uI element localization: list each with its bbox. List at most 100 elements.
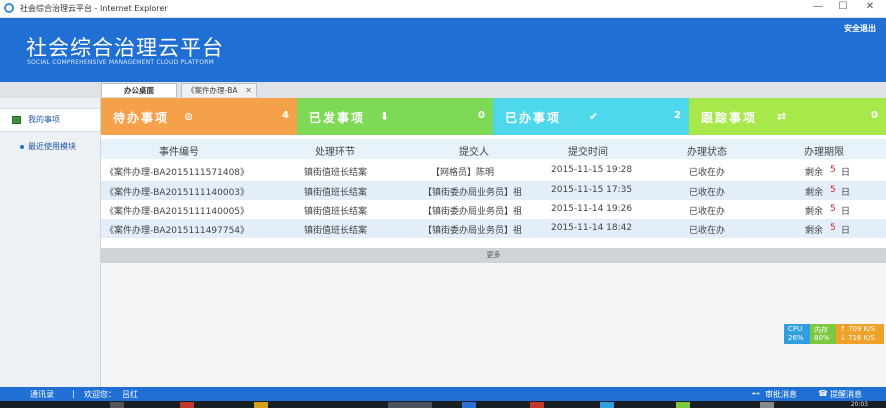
column-header: 办理状态 <box>687 147 727 158</box>
table-header: 事件编号 处理环节 提交人 提交时间 办理状态 办理期限 <box>101 139 886 159</box>
taskbar-app-icon[interactable] <box>676 402 690 408</box>
taskbar-app-icon[interactable] <box>462 402 476 408</box>
taskbar-app-icon[interactable] <box>530 402 544 408</box>
tab-office-desktop[interactable]: 办公桌面 <box>101 83 177 97</box>
cell-time: 2015-11-14 19:26 <box>551 204 633 214</box>
taskbar-app-icon[interactable] <box>110 402 124 408</box>
app-brand-title: 社会综合治理云平台 <box>26 36 224 60</box>
tab-case-handling[interactable]: 《案件办理-BA ✕ <box>181 83 257 97</box>
memory-value: 80% <box>814 334 830 342</box>
card-sent[interactable]: 已发事项 ⬇ 0 <box>297 98 493 135</box>
cell-deadline-unit: 日 <box>841 168 851 178</box>
welcome-text: 欢迎您： <box>84 390 116 399</box>
cell-deadline-prefix: 剩余 <box>805 168 824 178</box>
cell-deadline-days: 5 <box>830 185 836 195</box>
case-id-link[interactable]: 《案件办理-BA2015111497754》 <box>105 223 249 236</box>
case-id-link[interactable]: 《案件办理-BA2015111571408》 <box>105 165 249 178</box>
content-area <box>101 263 886 387</box>
approval-messages-link[interactable]: 审批消息 <box>765 389 797 400</box>
cell-submitter: 【镇街委办局业务员】祖 <box>423 226 523 236</box>
maximize-button[interactable]: ☐ <box>833 1 853 12</box>
card-label: 待办事项 <box>113 111 170 125</box>
case-id-link[interactable]: 《案件办理-BA2015111140005》 <box>105 204 249 217</box>
cpu-panel: CPU 26% <box>784 324 810 344</box>
cell-deadline-days: 5 <box>830 165 836 175</box>
card-label: 已办事项 <box>505 111 562 125</box>
taskbar-app-icon[interactable] <box>760 402 774 408</box>
sidebar-item-recent-modules[interactable]: 最近使用模块 <box>0 136 100 158</box>
cell-submitter: 【镇街委办局业务员】祖 <box>423 207 523 217</box>
cell-status: 已收在办 <box>689 168 726 178</box>
card-done[interactable]: 已办事项 ✔ 2 <box>493 98 689 135</box>
sidebar: 我的事项 最近使用模块 <box>0 98 101 387</box>
app-header: 社会综合治理云平台 SOCIAL COMPREHENSIVE MANAGEMEN… <box>0 18 886 82</box>
cpu-label: CPU <box>788 325 803 333</box>
table-row[interactable]: 《案件办理-BA2015111140003》 镇街值班长结案 【镇街委办局业务员… <box>101 181 886 200</box>
cell-deadline-days: 5 <box>830 223 836 233</box>
cell-step: 镇街值班长结案 <box>304 226 368 236</box>
taskbar-app-icon[interactable] <box>600 402 614 408</box>
sidebar-item-label: 我的事项 <box>28 115 60 124</box>
column-header: 提交人 <box>459 147 489 158</box>
cell-deadline-unit: 日 <box>841 226 851 236</box>
sidebar-item-label: 最近使用模块 <box>28 142 76 151</box>
download-icon: ⬇ <box>380 110 390 123</box>
user-name: 吕红 <box>122 390 138 399</box>
bell-icon: ☎ <box>818 389 828 398</box>
card-label: 已发事项 <box>309 111 366 125</box>
cell-status: 已收在办 <box>689 207 726 217</box>
table-row[interactable]: 《案件办理-BA2015111497754》 镇街值班长结案 【镇街委办局业务员… <box>101 219 886 238</box>
case-id-link[interactable]: 《案件办理-BA2015111140003》 <box>105 185 249 198</box>
cell-deadline-unit: 日 <box>841 207 851 217</box>
contacts-link[interactable]: 通讯录 <box>30 389 54 400</box>
check-icon: ✔ <box>589 110 599 123</box>
taskbar-app-icon[interactable] <box>388 402 432 408</box>
app-brand-subtitle: SOCIAL COMPREHENSIVE MANAGEMENT CLOUD PL… <box>27 59 215 66</box>
status-footer: 通讯录 | 欢迎您： 吕红 ⊷ 审批消息 ☎ 提醒消息 <box>0 387 886 401</box>
cell-submitter: 【镇街委办局业务员】祖 <box>423 188 523 198</box>
cell-deadline-prefix: 剩余 <box>805 226 824 236</box>
card-tracking[interactable]: 跟踪事项 ⇄ 0 <box>689 98 886 135</box>
cell-status: 已收在办 <box>689 188 726 198</box>
table-row[interactable]: 《案件办理-BA2015111140005》 镇街值班长结案 【镇街委办局业务员… <box>101 200 886 219</box>
ie-logo-icon <box>4 3 14 13</box>
cell-submitter: 【网格员】陈明 <box>431 168 495 178</box>
logout-link[interactable]: 安全退出 <box>844 23 876 34</box>
sidebar-item-my-items[interactable]: 我的事项 <box>0 108 100 132</box>
card-count: 2 <box>674 110 681 121</box>
cpu-value: 26% <box>788 334 804 342</box>
os-taskbar: 20:03 <box>0 401 886 408</box>
approval-icon: ⊷ <box>752 389 760 398</box>
close-window-button[interactable]: ✕ <box>860 1 880 12</box>
list-icon <box>12 116 21 124</box>
bullet-icon <box>20 145 24 149</box>
more-button[interactable]: 更多 <box>101 248 886 263</box>
column-header: 提交时间 <box>568 147 608 158</box>
window-titlebar: 社会综合治理云平台 - Internet Explorer — ☐ ✕ <box>0 0 886 18</box>
reminder-messages-link[interactable]: 提醒消息 <box>830 389 862 400</box>
table-row[interactable]: 《案件办理-BA2015111571408》 镇街值班长结案 【网格员】陈明 2… <box>101 161 886 180</box>
summary-cards: 待办事项 ⊙ 4 已发事项 ⬇ 0 已办事项 ✔ 2 跟踪事项 ⇄ 0 <box>101 98 886 135</box>
cell-deadline-unit: 日 <box>841 188 851 198</box>
close-tab-icon[interactable]: ✕ <box>245 84 252 98</box>
card-count: 4 <box>282 110 289 121</box>
taskbar-app-icon[interactable] <box>180 402 194 408</box>
taskbar-app-icon[interactable] <box>254 402 268 408</box>
retweet-icon: ⇄ <box>777 110 787 123</box>
cell-step: 镇街值班长结案 <box>304 188 368 198</box>
memory-panel: 内存 80% <box>810 324 836 344</box>
window-title: 社会综合治理云平台 - Internet Explorer <box>20 4 168 13</box>
card-pending[interactable]: 待办事项 ⊙ 4 <box>101 98 297 135</box>
column-header: 处理环节 <box>315 147 355 158</box>
taskbar-clock: 20:03 <box>850 401 868 408</box>
cell-deadline-prefix: 剩余 <box>805 188 824 198</box>
cell-status: 已收在办 <box>689 226 726 236</box>
minimize-button[interactable]: — <box>808 1 828 12</box>
card-count: 0 <box>478 110 485 121</box>
footer-separator: | <box>72 389 75 398</box>
download-speed: ↓ 716 K/S <box>840 334 876 342</box>
cell-time: 2015-11-14 18:42 <box>551 223 633 233</box>
card-label: 跟踪事项 <box>701 111 758 125</box>
cell-time: 2015-11-15 17:35 <box>551 185 633 195</box>
column-header: 办理期限 <box>804 147 844 158</box>
